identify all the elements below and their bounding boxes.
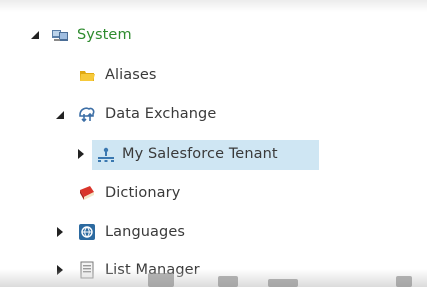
tree-item-label-aliases[interactable]: Aliases <box>105 65 157 85</box>
data-exchange-icon <box>78 105 96 123</box>
bottom-blur-overlay <box>0 269 427 287</box>
salesforce-tenant-icon <box>97 146 115 164</box>
languages-icon <box>78 223 96 241</box>
dictionary-icon <box>78 184 96 202</box>
folder-icon <box>78 66 96 84</box>
expander-system-expanded[interactable] <box>30 30 40 40</box>
expander-languages-collapsed[interactable] <box>55 227 65 237</box>
blurred-artifact <box>148 273 174 287</box>
tree-item-label-data-exchange[interactable]: Data Exchange <box>105 104 216 124</box>
blurred-artifact <box>396 276 412 287</box>
tree-item-label-languages[interactable]: Languages <box>105 222 185 242</box>
blurred-artifact <box>268 279 298 287</box>
blurred-artifact <box>218 276 238 287</box>
content-tree-panel: System Aliases Data Exchange My Salesfor… <box>0 0 427 287</box>
tree-item-label-dictionary[interactable]: Dictionary <box>105 183 180 203</box>
system-icon <box>51 26 69 44</box>
tree-item-label-my-salesforce-tenant[interactable]: My Salesforce Tenant <box>122 144 278 164</box>
tree-item-label-system[interactable]: System <box>77 25 132 45</box>
expander-data-exchange-expanded[interactable] <box>55 110 65 120</box>
expander-salesforce-tenant-collapsed[interactable] <box>76 149 86 159</box>
panel-top-shadow <box>0 0 427 12</box>
